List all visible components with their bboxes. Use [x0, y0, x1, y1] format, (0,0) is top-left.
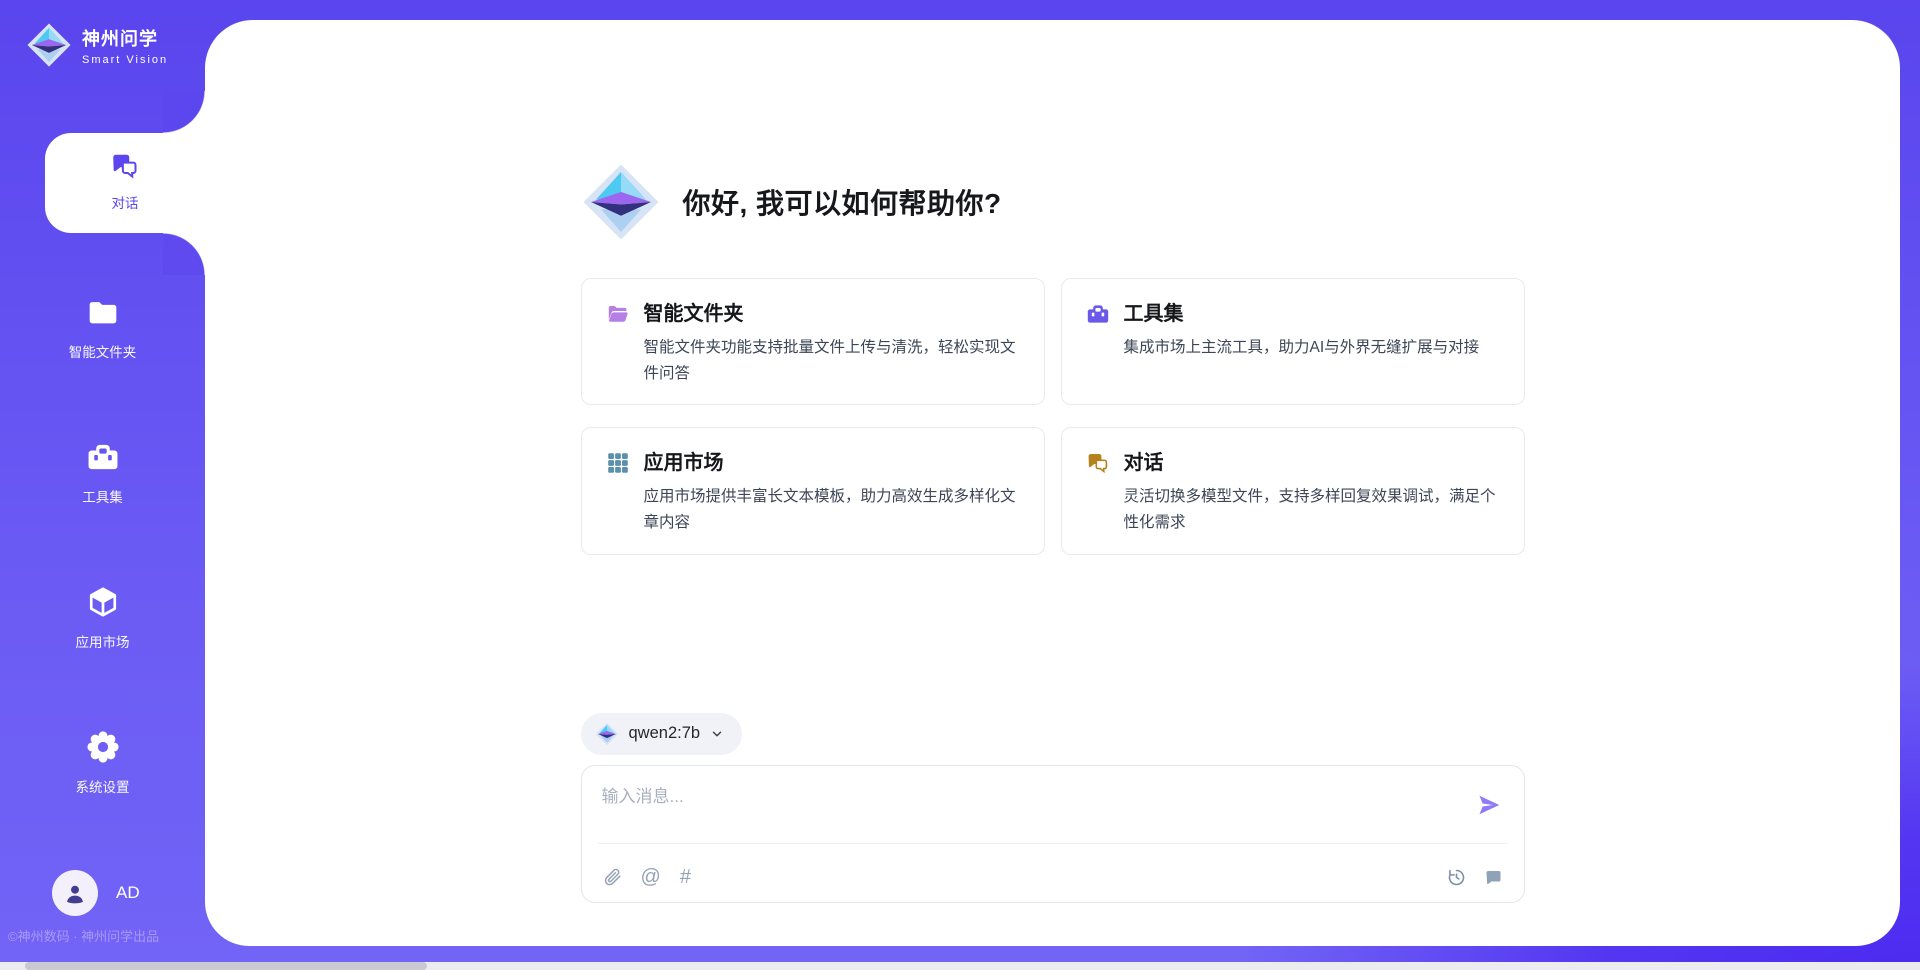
card-description: 集成市场上主流工具，助力AI与外界无缝扩展与对接	[1124, 335, 1480, 361]
sidebar-item-label: 工具集	[0, 486, 205, 506]
card-title: 应用市场	[644, 448, 1020, 478]
folder-icon	[86, 295, 120, 334]
send-icon[interactable]	[1476, 792, 1502, 818]
active-tab-top-fillet	[163, 91, 205, 133]
at-icon[interactable]: @	[641, 867, 661, 887]
composer-divider	[598, 843, 1508, 844]
card-description: 灵活切换多模型文件，支持多样回复效果调试，满足个性化需求	[1124, 484, 1500, 535]
brand-subtitle: Smart Vision	[82, 54, 168, 66]
feature-cards: 智能文件夹 智能文件夹功能支持批量文件上传与清洗，轻松实现文件问答	[581, 278, 1525, 555]
active-tab-bottom-fillet	[163, 233, 205, 275]
model-name: qwen2:7b	[629, 724, 701, 743]
hash-icon[interactable]: #	[680, 867, 691, 887]
chevron-down-icon	[710, 727, 724, 741]
sidebar-item-app-market[interactable]: 应用市场	[0, 585, 205, 651]
sidebar: 神州问学 Smart Vision 对话 智能文件夹	[0, 0, 205, 970]
horizontal-scrollbar-thumb[interactable]	[25, 962, 427, 970]
sidebar-item-chat[interactable]: 对话	[45, 133, 205, 233]
brand-name: 神州问学	[82, 25, 168, 51]
sidebar-item-smart-folder[interactable]: 智能文件夹	[0, 295, 205, 361]
cube-icon	[86, 585, 120, 624]
card-description: 应用市场提供丰富长文本模板，助力高效生成多样化文章内容	[644, 484, 1020, 535]
sidebar-item-toolset[interactable]: 工具集	[0, 440, 205, 506]
horizontal-scrollbar	[0, 962, 1920, 970]
folder-open-icon	[606, 302, 630, 326]
card-app-market[interactable]: 应用市场 应用市场提供丰富长文本模板，助力高效生成多样化文章内容	[581, 427, 1045, 554]
greeting-logo-diamond-icon	[581, 162, 661, 242]
person-icon	[61, 879, 89, 907]
gear-icon	[86, 730, 120, 769]
card-title: 工具集	[1124, 299, 1480, 329]
card-title: 对话	[1124, 448, 1500, 478]
brand-logo-diamond-icon	[26, 22, 72, 68]
sidebar-item-label: 智能文件夹	[0, 341, 205, 361]
sidebar-item-label: 系统设置	[0, 776, 205, 796]
model-logo-diamond-icon	[595, 722, 619, 746]
chat-icon	[110, 168, 140, 185]
card-smart-folder[interactable]: 智能文件夹 智能文件夹功能支持批量文件上传与清洗，轻松实现文件问答	[581, 278, 1045, 405]
sidebar-item-settings[interactable]: 系统设置	[0, 730, 205, 796]
toolbox-icon	[1086, 302, 1110, 326]
greeting: 你好, 我可以如何帮助你?	[581, 162, 1525, 242]
message-composer: @ #	[581, 765, 1525, 903]
history-icon[interactable]	[1446, 867, 1467, 888]
paperclip-icon[interactable]	[602, 867, 622, 887]
sidebar-item-label: 对话	[45, 192, 205, 212]
avatar	[52, 870, 98, 916]
card-title: 智能文件夹	[644, 299, 1020, 329]
card-description: 智能文件夹功能支持批量文件上传与清洗，轻松实现文件问答	[644, 335, 1020, 386]
message-input[interactable]	[602, 782, 1442, 834]
grid-icon	[606, 451, 630, 475]
chat-icon	[1086, 451, 1110, 475]
user-account[interactable]: AD	[52, 870, 140, 916]
card-toolset[interactable]: 工具集 集成市场上主流工具，助力AI与外界无缝扩展与对接	[1061, 278, 1525, 405]
brand: 神州问学 Smart Vision	[26, 22, 168, 68]
toolbox-icon	[86, 440, 120, 479]
card-chat[interactable]: 对话 灵活切换多模型文件，支持多样回复效果调试，满足个性化需求	[1061, 427, 1525, 554]
chat-bubble-icon[interactable]	[1483, 867, 1504, 888]
user-initials: AD	[116, 883, 140, 903]
main-panel: 你好, 我可以如何帮助你? 智能文件夹 智能文件夹功能支持批量文件上传与清洗，轻…	[205, 20, 1900, 946]
sidebar-item-label: 应用市场	[0, 631, 205, 651]
copyright-text: ©神州数码 · 神州问学出品	[8, 926, 159, 945]
model-selector[interactable]: qwen2:7b	[581, 713, 743, 755]
greeting-title: 你好, 我可以如何帮助你?	[683, 182, 1002, 222]
